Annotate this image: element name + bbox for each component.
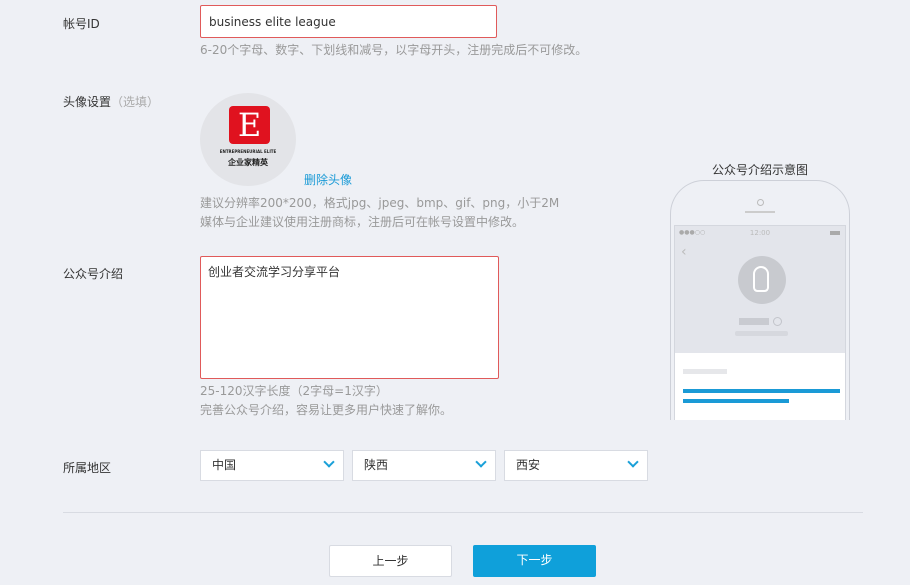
chevron-down-icon — [323, 456, 335, 468]
account-id-label: 帐号ID — [63, 17, 100, 31]
intro-hint-2: 完善公众号介绍，容易让更多用户快速了解你。 — [200, 403, 453, 417]
account-id-input[interactable] — [200, 5, 497, 38]
chevron-down-icon — [627, 456, 639, 468]
avatar-hint-1: 建议分辨率200*200，格式jpg、jpeg、bmp、gif、png，小于2M — [200, 196, 560, 210]
subtitle-placeholder — [735, 331, 788, 336]
country-value: 中国 — [212, 458, 237, 472]
logo-text-en: ENTREPRENEURIAL ELITE — [219, 149, 277, 154]
intro-textarea[interactable]: 创业者交流学习分享平台 — [200, 256, 499, 379]
avatar-label: 头像设置（选填） — [63, 93, 159, 110]
name-placeholder — [739, 318, 769, 325]
divider — [63, 512, 863, 513]
phone-preview: ●●●○○ 12:00 ‹ — [670, 180, 850, 420]
optional-tag: （选填） — [111, 95, 160, 109]
back-icon: ‹ — [681, 244, 687, 260]
city-select[interactable]: 西安 — [504, 450, 648, 481]
status-time: 12:00 — [749, 229, 771, 237]
province-select[interactable]: 陕西 — [352, 450, 496, 481]
avatar-hint-2: 媒体与企业建议使用注册商标，注册后可在帐号设置中修改。 — [200, 215, 525, 229]
prev-step-button[interactable]: 上一步 — [329, 545, 452, 577]
city-value: 西安 — [516, 458, 541, 472]
preview-title: 公众号介绍示意图 — [711, 163, 808, 177]
battery-icon — [830, 231, 840, 235]
speaker-icon — [745, 211, 775, 213]
avatar-image: E ENTREPRENEURIAL ELITE 企业家精英 — [200, 93, 296, 186]
delete-avatar-link[interactable]: 删除头像 — [304, 171, 352, 188]
intro-line-2 — [683, 399, 789, 403]
intro-title-placeholder — [683, 369, 727, 374]
logo-text-cn: 企业家精英 — [228, 158, 268, 167]
chevron-down-icon — [475, 456, 487, 468]
region-label: 所属地区 — [63, 461, 112, 475]
intro-line-1 — [683, 389, 840, 393]
camera-icon — [757, 199, 764, 206]
avatar-placeholder-icon — [738, 256, 786, 304]
next-step-button[interactable]: 下一步 — [473, 545, 596, 577]
province-value: 陕西 — [364, 458, 389, 472]
country-select[interactable]: 中国 — [200, 450, 344, 481]
logo-e-icon: E — [229, 106, 270, 144]
intro-hint-1: 25-120汉字长度（2字母=1汉字） — [200, 384, 388, 398]
verified-icon — [773, 317, 782, 326]
avatar-label-text: 头像设置 — [63, 95, 112, 109]
account-id-hint: 6-20个字母、数字、下划线和减号，以字母开头，注册完成后不可修改。 — [200, 43, 588, 57]
intro-label: 公众号介绍 — [63, 267, 124, 281]
